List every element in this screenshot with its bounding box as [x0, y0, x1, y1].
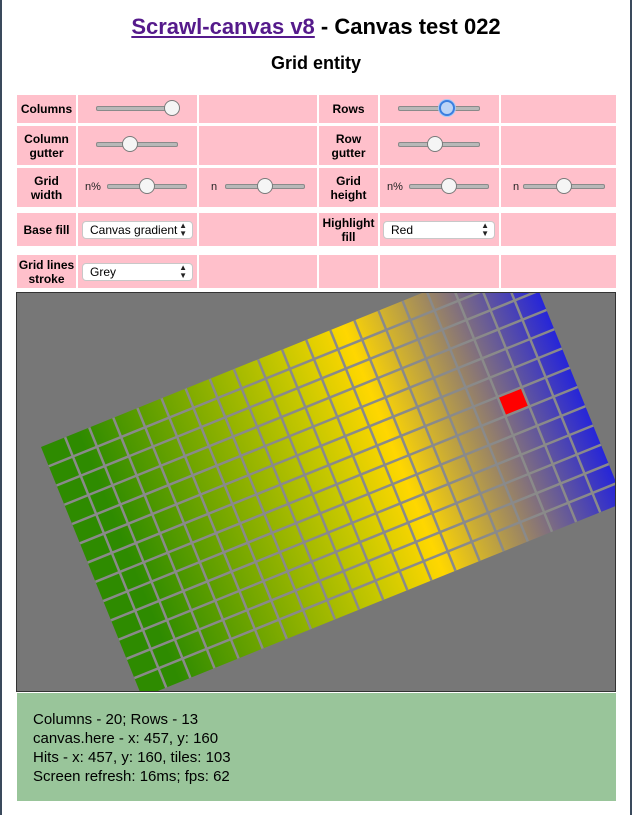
- empty-cell: [501, 213, 616, 246]
- demo-canvas[interactable]: [16, 292, 616, 692]
- page-left-edge: [0, 0, 2, 815]
- rows-label: Rows: [319, 95, 378, 123]
- column-gutter-control-cell: [78, 126, 197, 165]
- slider-thumb[interactable]: [426, 136, 443, 152]
- grid-width-number-cell: n: [199, 168, 317, 207]
- slider-thumb[interactable]: [439, 100, 456, 116]
- report-line-hits: Hits - x: 457, y: 160, tiles: 103: [33, 749, 231, 766]
- grid-lines-stroke-select[interactable]: Grey ▲ ▼: [82, 263, 193, 281]
- empty-cell: [501, 126, 616, 165]
- grid-entity-canvas[interactable]: [17, 293, 615, 691]
- grid-lines-stroke-control-cell: Grey ▲ ▼: [78, 255, 197, 288]
- empty-cell: [319, 255, 378, 288]
- grid-width-label: Grid width: [17, 168, 76, 207]
- grid-width-percent-slider[interactable]: [107, 178, 187, 194]
- report-line-screen-refresh: Screen refresh: 16ms; fps: 62: [33, 768, 230, 785]
- highlight-fill-select[interactable]: Red ▲ ▼: [383, 221, 495, 239]
- slider-thumb[interactable]: [441, 178, 457, 194]
- highlight-fill-control-cell: Red ▲ ▼: [380, 213, 499, 246]
- grid-width-percent-prefix: n%: [85, 181, 101, 193]
- grid-height-number-cell: n: [501, 168, 616, 207]
- slider-thumb[interactable]: [121, 136, 138, 152]
- report-line-columns-rows: Columns - 20; Rows - 13: [33, 711, 199, 728]
- row-gutter-control-cell: [380, 126, 499, 165]
- columns-slider[interactable]: [96, 100, 181, 116]
- column-gutter-slider[interactable]: [96, 136, 178, 152]
- empty-cell: [199, 126, 317, 165]
- report-panel: Columns - 20; Rows - 13 canvas.here - x:…: [17, 693, 616, 801]
- slider-thumb[interactable]: [556, 178, 572, 194]
- select-arrows-icon: ▲ ▼: [179, 263, 187, 280]
- grid-height-label: Grid height: [319, 168, 378, 207]
- highlight-fill-label: Highlight fill: [319, 213, 378, 246]
- grid-height-percent-slider[interactable]: [409, 178, 489, 194]
- base-fill-label: Base fill: [17, 213, 76, 246]
- columns-label: Columns: [17, 95, 76, 123]
- column-gutter-label: Column gutter: [17, 126, 76, 165]
- page-title: Scrawl-canvas v8 - Canvas test 022: [0, 14, 632, 40]
- slider-thumb[interactable]: [139, 178, 155, 194]
- columns-control-cell: [78, 95, 197, 123]
- base-fill-selected-value: Canvas gradient: [90, 223, 178, 237]
- grid-width-number-slider[interactable]: [225, 178, 305, 194]
- base-fill-select[interactable]: Canvas gradient ▲ ▼: [82, 221, 193, 239]
- empty-cell: [380, 255, 499, 288]
- empty-cell: [199, 95, 317, 123]
- home-link[interactable]: Scrawl-canvas v8: [131, 14, 314, 39]
- rows-control-cell: [380, 95, 499, 123]
- highlight-fill-selected-value: Red: [391, 223, 414, 237]
- report-line-canvas-here: canvas.here - x: 457, y: 160: [33, 730, 219, 747]
- base-fill-control-cell: Canvas gradient ▲ ▼: [78, 213, 197, 246]
- grid-height-number-slider[interactable]: [523, 178, 605, 194]
- grid-width-percent-cell: n%: [78, 168, 197, 207]
- select-arrows-icon: ▲ ▼: [179, 221, 187, 238]
- grid-lines-stroke-selected-value: Grey: [90, 265, 117, 279]
- row-gutter-slider[interactable]: [398, 136, 480, 152]
- grid-width-number-prefix: n: [211, 181, 218, 193]
- page-title-rest: - Canvas test 022: [314, 14, 501, 39]
- grid-height-percent-prefix: n%: [387, 181, 403, 193]
- page-subtitle: Grid entity: [270, 53, 361, 73]
- empty-cell: [199, 255, 317, 288]
- empty-cell: [199, 213, 317, 246]
- row-gutter-label: Row gutter: [319, 126, 378, 165]
- select-arrows-icon: ▲ ▼: [481, 221, 489, 238]
- grid-height-percent-cell: n%: [380, 168, 499, 207]
- grid-lines-stroke-label: Grid lines stroke: [17, 255, 76, 288]
- grid-height-number-prefix: n: [513, 181, 520, 193]
- rows-slider[interactable]: [398, 100, 480, 116]
- slider-thumb[interactable]: [164, 100, 181, 116]
- empty-cell: [501, 255, 616, 288]
- slider-thumb[interactable]: [257, 178, 273, 194]
- empty-cell: [501, 95, 616, 123]
